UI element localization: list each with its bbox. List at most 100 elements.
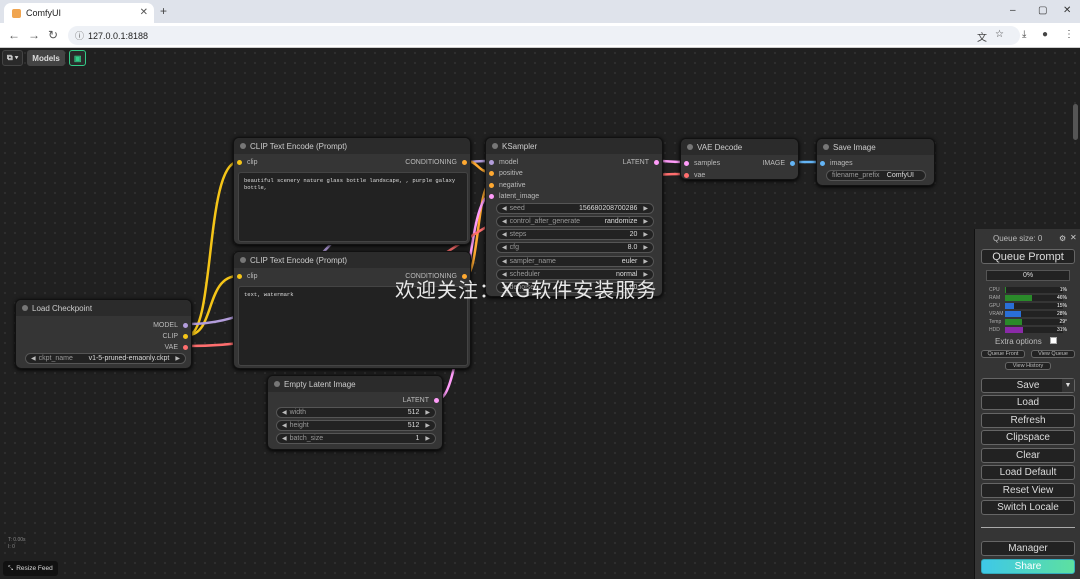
ksampler-node[interactable]: KSampler model positive negative latent_… [485,137,663,297]
minimize-icon[interactable]: – [1010,5,1016,16]
load-checkpoint-node[interactable]: Load Checkpoint MODEL CLIP VAE ◀ ckpt_nam… [15,299,192,369]
canvas-scrollbar[interactable] [1073,104,1078,140]
load-default-button[interactable]: Load Default [981,465,1075,480]
decrement-icon[interactable]: ◀ [282,409,287,416]
node-title[interactable]: Empty Latent Image [268,376,442,392]
decrement-icon[interactable]: ◀ [502,218,507,225]
input-slot-model[interactable]: model [489,157,518,167]
share-button[interactable]: Share [981,559,1075,574]
node-title[interactable]: KSampler [486,138,662,154]
widget-width[interactable]: ◀ width 512 ▶ [276,407,436,418]
clear-button[interactable]: Clear [981,448,1075,463]
slot-label: samples [694,159,721,167]
switch-locale-button[interactable]: Switch Locale [981,500,1075,515]
widget-cfg[interactable]: ◀ cfg 8.0 ▶ [496,242,654,253]
clipspace-button[interactable]: Clipspace [981,430,1075,445]
input-slot-latent-image[interactable]: latent_image [489,191,539,201]
resize-feed-button[interactable]: ⤡ Resize Feed [3,561,58,576]
vae-decode-node[interactable]: VAE Decode samples vae IMAGE [680,138,799,180]
output-slot-clip[interactable]: CLIP [162,331,188,341]
widget-batch-size[interactable]: ◀ batch_size 1 ▶ [276,433,436,444]
queue-front-button[interactable]: Queue Front [981,350,1025,358]
increment-icon[interactable]: ▶ [425,409,430,416]
node-title[interactable]: VAE Decode [681,139,798,155]
load-button[interactable]: Load [981,395,1075,410]
translate-icon[interactable]: 文 [977,29,987,44]
increment-icon[interactable]: ▶ [643,205,648,212]
increment-icon[interactable]: ▶ [643,258,648,265]
input-slot-images[interactable]: images [820,158,853,168]
refresh-button[interactable]: Refresh [981,413,1075,428]
input-slot-positive[interactable]: positive [489,168,523,178]
close-window-icon[interactable]: ✕ [1063,5,1071,16]
site-info-icon[interactable]: ⓘ [75,29,84,42]
models-button[interactable]: Models [27,50,65,66]
queue-prompt-button[interactable]: Queue Prompt [981,249,1075,264]
decrement-icon[interactable]: ◀ [282,422,287,429]
decrement-icon[interactable]: ◀ [502,258,507,265]
widget-control-after-generate[interactable]: ◀ control_after_generate randomize ▶ [496,216,654,227]
view-history-button[interactable]: View History [1005,362,1051,370]
node-title[interactable]: CLIP Text Encode (Prompt) [234,138,470,154]
bookmark-star-icon[interactable]: ☆ [995,29,1004,40]
node-title[interactable]: CLIP Text Encode (Prompt) [234,252,470,268]
download-icon[interactable]: ⤓ [1022,29,1026,40]
gear-icon[interactable]: ⚙ [1059,234,1066,243]
widget-seed[interactable]: ◀ seed 156680208700286 ▶ [496,203,654,214]
output-slot[interactable]: LATENT [403,395,439,405]
view-queue-button[interactable]: View Queue [1031,350,1075,358]
increment-icon[interactable]: ▶ [425,435,430,442]
new-tab-icon[interactable]: + [160,4,167,18]
input-slot-vae[interactable]: vae [684,170,705,180]
increment-icon[interactable]: ▶ [425,422,430,429]
node-title[interactable]: Load Checkpoint [16,300,191,316]
decrement-icon[interactable]: ◀ [31,355,36,362]
output-slot[interactable]: LATENT [623,157,659,167]
save-dropdown-icon[interactable]: ▼ [1062,379,1074,392]
empty-latent-image-node[interactable]: Empty Latent Image LATENT ◀ width 512 ▶ ◀ he… [267,375,443,450]
close-icon[interactable]: ✕ [1070,233,1077,242]
input-slot[interactable]: clip [237,157,258,167]
increment-icon[interactable]: ▶ [643,231,648,238]
increment-icon[interactable]: ▶ [643,218,648,225]
prompt-textarea[interactable]: beautiful scenery nature glass bottle la… [238,172,468,242]
save-workflow-icon[interactable]: ▣ [68,50,87,66]
save-button[interactable]: Save ▼ [981,378,1075,393]
manager-button[interactable]: Manager [981,541,1075,556]
browser-tab[interactable]: ComfyUI ✕ [4,3,154,23]
node-title[interactable]: Save Image [817,139,934,155]
increment-icon[interactable]: ▶ [643,244,648,251]
widget-steps[interactable]: ◀ steps 20 ▶ [496,229,654,240]
browser-menu-icon[interactable]: ⋮ [1064,29,1074,40]
extra-options-checkbox[interactable] [1050,337,1057,344]
input-slot[interactable]: clip [237,271,258,281]
output-slot[interactable]: IMAGE [762,158,795,168]
url-field[interactable]: ⓘ 127.0.0.1:8188 [68,26,1020,45]
save-image-node[interactable]: Save Image images filename_prefix ComfyUI [816,138,935,186]
workflow-menu-button[interactable]: ⧉ ▾ [2,50,24,66]
widget-height[interactable]: ◀ height 512 ▶ [276,420,436,431]
widget-filename-prefix[interactable]: filename_prefix ComfyUI [826,170,926,181]
forward-icon[interactable]: → [28,28,40,42]
decrement-icon[interactable]: ◀ [282,435,287,442]
slot-label: CONDITIONING [405,158,457,166]
output-slot-vae[interactable]: VAE [165,342,188,352]
profile-avatar-icon[interactable]: ● [1042,29,1048,40]
clip-text-encode-negative-node[interactable]: CLIP Text Encode (Prompt) clip CONDITION… [233,251,471,369]
output-slot-model[interactable]: MODEL [153,320,188,330]
reload-icon[interactable]: ↻ [48,28,58,42]
input-slot-negative[interactable]: negative [489,180,525,190]
close-tab-icon[interactable]: ✕ [140,7,148,18]
maximize-icon[interactable]: ▢ [1038,5,1047,16]
widget-ckpt-name[interactable]: ◀ ckpt_name v1-5-pruned-emaonly.ckpt ▶ [25,353,186,364]
output-slot[interactable]: CONDITIONING [405,157,467,167]
input-slot-samples[interactable]: samples [684,158,720,168]
back-icon[interactable]: ← [8,28,20,42]
decrement-icon[interactable]: ◀ [502,231,507,238]
widget-sampler-name[interactable]: ◀ sampler_name euler ▶ [496,256,654,267]
clip-text-encode-positive-node[interactable]: CLIP Text Encode (Prompt) clip CONDITION… [233,137,471,245]
reset-view-button[interactable]: Reset View [981,483,1075,498]
decrement-icon[interactable]: ◀ [502,244,507,251]
increment-icon[interactable]: ▶ [175,355,180,362]
decrement-icon[interactable]: ◀ [502,205,507,212]
